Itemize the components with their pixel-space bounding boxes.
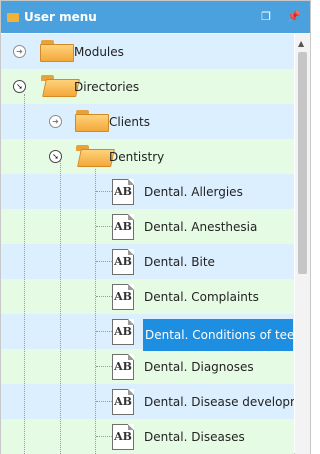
vertical-scrollbar[interactable]: ▲ [295,34,310,454]
expand-arrow-icon[interactable]: ➜ [49,115,62,128]
open-folder-icon [75,145,115,167]
tree-line [96,226,112,227]
menu-folder-icon [7,13,19,22]
tree-line [96,261,112,262]
tree-node-label[interactable]: Clients [109,114,150,130]
tree-node-label[interactable]: Dental. Diseases [144,429,245,445]
ab-directory-icon: AB [112,284,134,310]
tree-node-label[interactable]: Dental. Anesthesia [144,219,257,235]
tree-node-label[interactable]: Dental. Diagnoses [144,359,254,375]
restore-window-icon[interactable]: ❐ [259,10,273,24]
folder-icon [75,110,109,132]
ab-directory-icon: AB [112,424,134,450]
tree-node-label[interactable]: Dental. Complaints [144,289,259,305]
menu-tree: ➜ Modules ➘ Directories ➜ Clients ➘ Dent… [1,34,294,454]
ab-directory-icon: AB [112,249,134,275]
expand-arrow-icon[interactable]: ➜ [13,45,26,58]
tree-node-label[interactable]: Dental. Bite [144,254,215,270]
tree-line [96,436,112,437]
ab-directory-icon: AB [112,319,134,345]
panel-titlebar: User menu ❐ 📌 [1,1,310,33]
collapse-arrow-icon[interactable]: ➘ [49,150,62,163]
tree-node-label[interactable]: Modules [74,44,124,60]
panel-title: User menu [24,10,97,24]
scroll-up-icon[interactable]: ▲ [298,39,304,48]
tree-node-label[interactable]: Dental. Disease development [144,394,294,410]
tree-line [60,161,61,454]
ab-directory-icon: AB [112,214,134,240]
selected-tree-item[interactable]: Dental. Conditions of teeth [143,319,294,351]
tree-line [96,191,112,192]
open-folder-icon [40,75,80,97]
tree-node-label[interactable]: Dentistry [109,149,164,165]
tree-line [95,169,96,454]
collapse-arrow-icon[interactable]: ➘ [13,80,26,93]
folder-icon [40,40,74,62]
tree-line [96,401,112,402]
tree-line [96,331,112,332]
tree-node-label[interactable]: Directories [74,79,139,95]
tree-node-label[interactable]: Dental. Allergies [144,184,243,200]
tree-node-label[interactable]: Dental. Conditions of teeth [145,327,294,343]
tree-line [96,296,112,297]
tree-line [24,94,25,454]
ab-directory-icon: AB [112,354,134,380]
scrollbar-thumb[interactable] [298,52,307,274]
pin-icon[interactable]: 📌 [287,10,301,24]
user-menu-panel: User menu ❐ 📌 ➜ Modules ➘ Directories ➜ … [0,0,311,454]
ab-directory-icon: AB [112,179,134,205]
tree-line [96,366,112,367]
ab-directory-icon: AB [112,389,134,415]
